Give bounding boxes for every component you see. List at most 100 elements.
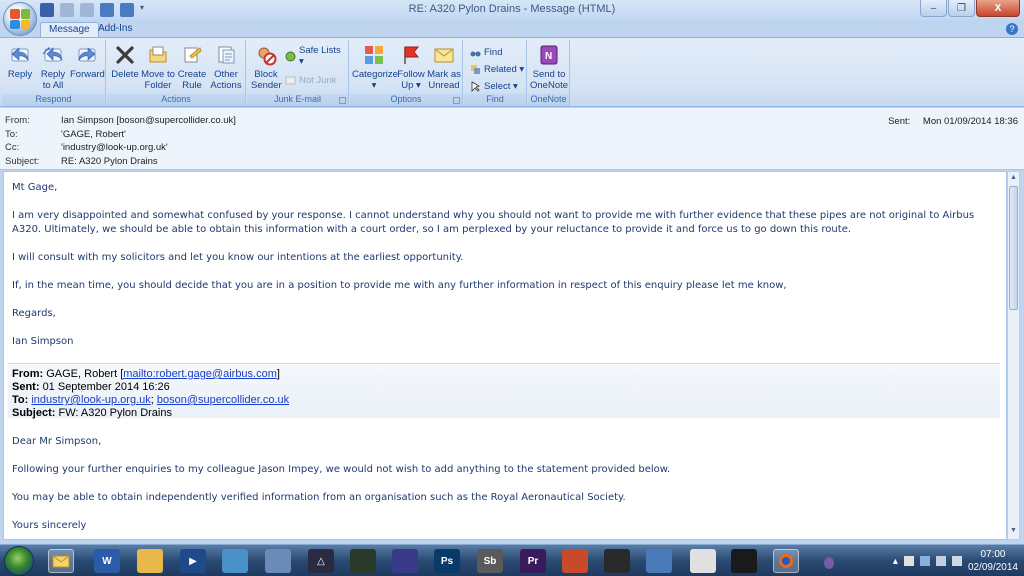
reply-button[interactable]: Reply	[6, 44, 34, 80]
scroll-down-arrow-icon[interactable]: ▼	[1008, 527, 1019, 537]
delete-button[interactable]: Delete	[111, 44, 139, 80]
related-button[interactable]: Related ▾	[470, 62, 524, 76]
options-group: Categorize ▾ Follow Up ▾ Mark as Unread …	[350, 40, 463, 106]
actions-group-label: Actions	[107, 94, 245, 106]
network-signal-icon[interactable]	[919, 556, 930, 566]
media-encoder-taskbar-icon[interactable]	[562, 549, 588, 573]
ribbon: Reply Reply to All Forward Respond Delet…	[0, 37, 1024, 107]
cc-value[interactable]: 'industry@look-up.org.uk'	[61, 142, 168, 155]
block-sender-icon	[255, 44, 277, 66]
onenote-group-label: OneNote	[528, 94, 569, 106]
soundbooth-taskbar-icon[interactable]: Sb	[477, 549, 503, 573]
message-body[interactable]: Mt Gage, I am very disappointed and some…	[3, 171, 1007, 540]
app-taskbar-icon[interactable]	[392, 549, 418, 573]
send-to-onenote-button[interactable]: N Send to OneNote	[530, 44, 568, 91]
subject-label: Subject:	[5, 156, 40, 167]
office-button[interactable]	[3, 2, 37, 36]
window-title: RE: A320 Pylon Drains - Message (HTML)	[408, 3, 616, 15]
tray-arrow-icon[interactable]: ▴	[893, 556, 898, 567]
categorize-button[interactable]: Categorize ▾	[352, 44, 398, 91]
tab-add-ins[interactable]: Add-Ins	[90, 22, 140, 38]
cc-label: Cc:	[5, 142, 20, 153]
reply-all-button[interactable]: Reply to All	[38, 44, 68, 91]
to-value[interactable]: 'GAGE, Robert'	[61, 129, 126, 142]
respond-group: Reply Reply to All Forward Respond	[2, 40, 106, 106]
find-button[interactable]: Find	[470, 45, 502, 59]
scroll-thumb[interactable]	[1009, 186, 1018, 310]
safe-lists-icon	[285, 51, 296, 62]
photoshop-taskbar-icon[interactable]: Ps	[434, 549, 460, 573]
blackberry-taskbar-icon[interactable]	[731, 549, 757, 573]
outlook-taskbar-icon[interactable]	[48, 549, 74, 573]
mark-unread-envelope-icon	[433, 44, 455, 66]
quoted-paragraph-1: Following your further enquiries to my c…	[12, 464, 671, 475]
create-rule-button[interactable]: Create Rule	[177, 44, 207, 91]
scroll-up-arrow-icon[interactable]: ▲	[1008, 174, 1019, 184]
body-paragraph-2: I will consult with my solicitors and le…	[12, 252, 464, 263]
safe-lists-button[interactable]: Safe Lists ▾	[285, 45, 348, 67]
flag-icon[interactable]	[903, 556, 914, 566]
quoted-paragraph-2: You may be able to obtain independently …	[12, 492, 626, 503]
close-button[interactable]: X	[976, 0, 1020, 17]
clock[interactable]: 07:00 02/09/2014	[968, 548, 1018, 574]
paint-app-taskbar-icon[interactable]	[690, 549, 716, 573]
triangle-app-taskbar-icon[interactable]: △	[308, 549, 334, 573]
volume-icon[interactable]	[951, 556, 962, 566]
options-launcher[interactable]	[453, 97, 460, 104]
battery-icon[interactable]	[935, 556, 946, 566]
plane-app-taskbar-icon[interactable]	[265, 549, 291, 573]
minimize-button[interactable]: –	[920, 0, 947, 17]
follow-up-button[interactable]: Follow Up ▾	[396, 44, 426, 91]
media-player-taskbar-icon[interactable]: ▶	[180, 549, 206, 573]
word-taskbar-icon[interactable]: W	[94, 549, 120, 573]
from-value[interactable]: Ian Simpson [boson@supercollider.co.uk]	[61, 115, 236, 128]
message-header: From: Ian Simpson [boson@supercollider.c…	[0, 108, 1024, 170]
reply-all-icon	[42, 44, 64, 66]
sent-label: Sent:	[888, 116, 911, 127]
office-logo-icon	[10, 9, 30, 29]
help-icon[interactable]: ?	[1006, 23, 1018, 35]
tor-taskbar-icon[interactable]	[816, 549, 842, 573]
quoted-from: From: GAGE, Robert [mailto:robert.gage@a…	[12, 368, 280, 380]
other-actions-icon	[215, 44, 237, 66]
title-bar: ▾ RE: A320 Pylon Drains - Message (HTML)…	[0, 0, 1024, 20]
not-junk-icon	[285, 75, 296, 86]
firefox-taskbar-icon[interactable]	[773, 549, 799, 573]
taskbar: W ▶ △ Ps Sb Pr ▴ 07:00 02/09/2014	[0, 544, 1024, 576]
clock-date: 02/09/2014	[967, 562, 1018, 573]
mark-as-unread-button[interactable]: Mark as Unread	[427, 44, 461, 91]
move-folder-icon	[147, 44, 169, 66]
system-tray: ▴ 07:00 02/09/2014	[893, 545, 1018, 576]
to-row: To: 'GAGE, Robert'	[5, 129, 126, 142]
premiere-taskbar-icon[interactable]: Pr	[520, 549, 546, 573]
start-button[interactable]	[4, 546, 34, 576]
notes-taskbar-icon[interactable]	[222, 549, 248, 573]
block-sender-button[interactable]: Block Sender	[251, 44, 282, 91]
steam-taskbar-icon[interactable]	[604, 549, 630, 573]
onenote-group: N Send to OneNote OneNote	[528, 40, 570, 106]
maximize-button[interactable]: ❐	[948, 0, 975, 17]
vertical-scrollbar[interactable]: ▲ ▼	[1007, 171, 1020, 540]
quoted-subject: Subject: FW: A320 Pylon Drains	[12, 407, 172, 419]
quoted-to: To: industry@look-up.org.uk; boson@super…	[12, 394, 290, 406]
ribbon-tabs: Message Add-Ins ?	[0, 20, 1024, 38]
from-row: From: Ian Simpson [boson@supercollider.c…	[5, 115, 236, 128]
select-button[interactable]: Select ▾	[470, 79, 518, 93]
game-app-taskbar-icon[interactable]	[350, 549, 376, 573]
forward-button[interactable]: Forward	[70, 44, 105, 80]
explorer-taskbar-icon[interactable]	[137, 549, 163, 573]
quoted-greeting: Dear Mr Simpson,	[12, 436, 102, 447]
forward-icon	[76, 44, 98, 66]
cc-row: Cc: 'industry@look-up.org.uk'	[5, 142, 168, 155]
options-group-label: Options	[350, 94, 462, 106]
mailto-link[interactable]: mailto:robert.gage@airbus.com	[123, 368, 277, 380]
body-paragraph-1: I am very disappointed and somewhat conf…	[12, 210, 975, 235]
network-app-taskbar-icon[interactable]	[646, 549, 672, 573]
junk-email-options-launcher[interactable]	[339, 97, 346, 104]
junk-email-group-label: Junk E-mail	[247, 94, 348, 106]
quoted-header: From: GAGE, Robert [mailto:robert.gage@a…	[8, 363, 1000, 419]
reply-icon	[9, 44, 31, 66]
boson-email-link[interactable]: boson@supercollider.co.uk	[157, 394, 289, 406]
not-junk-button[interactable]: Not Junk	[285, 73, 337, 87]
industry-email-link[interactable]: industry@look-up.org.uk	[31, 394, 150, 406]
